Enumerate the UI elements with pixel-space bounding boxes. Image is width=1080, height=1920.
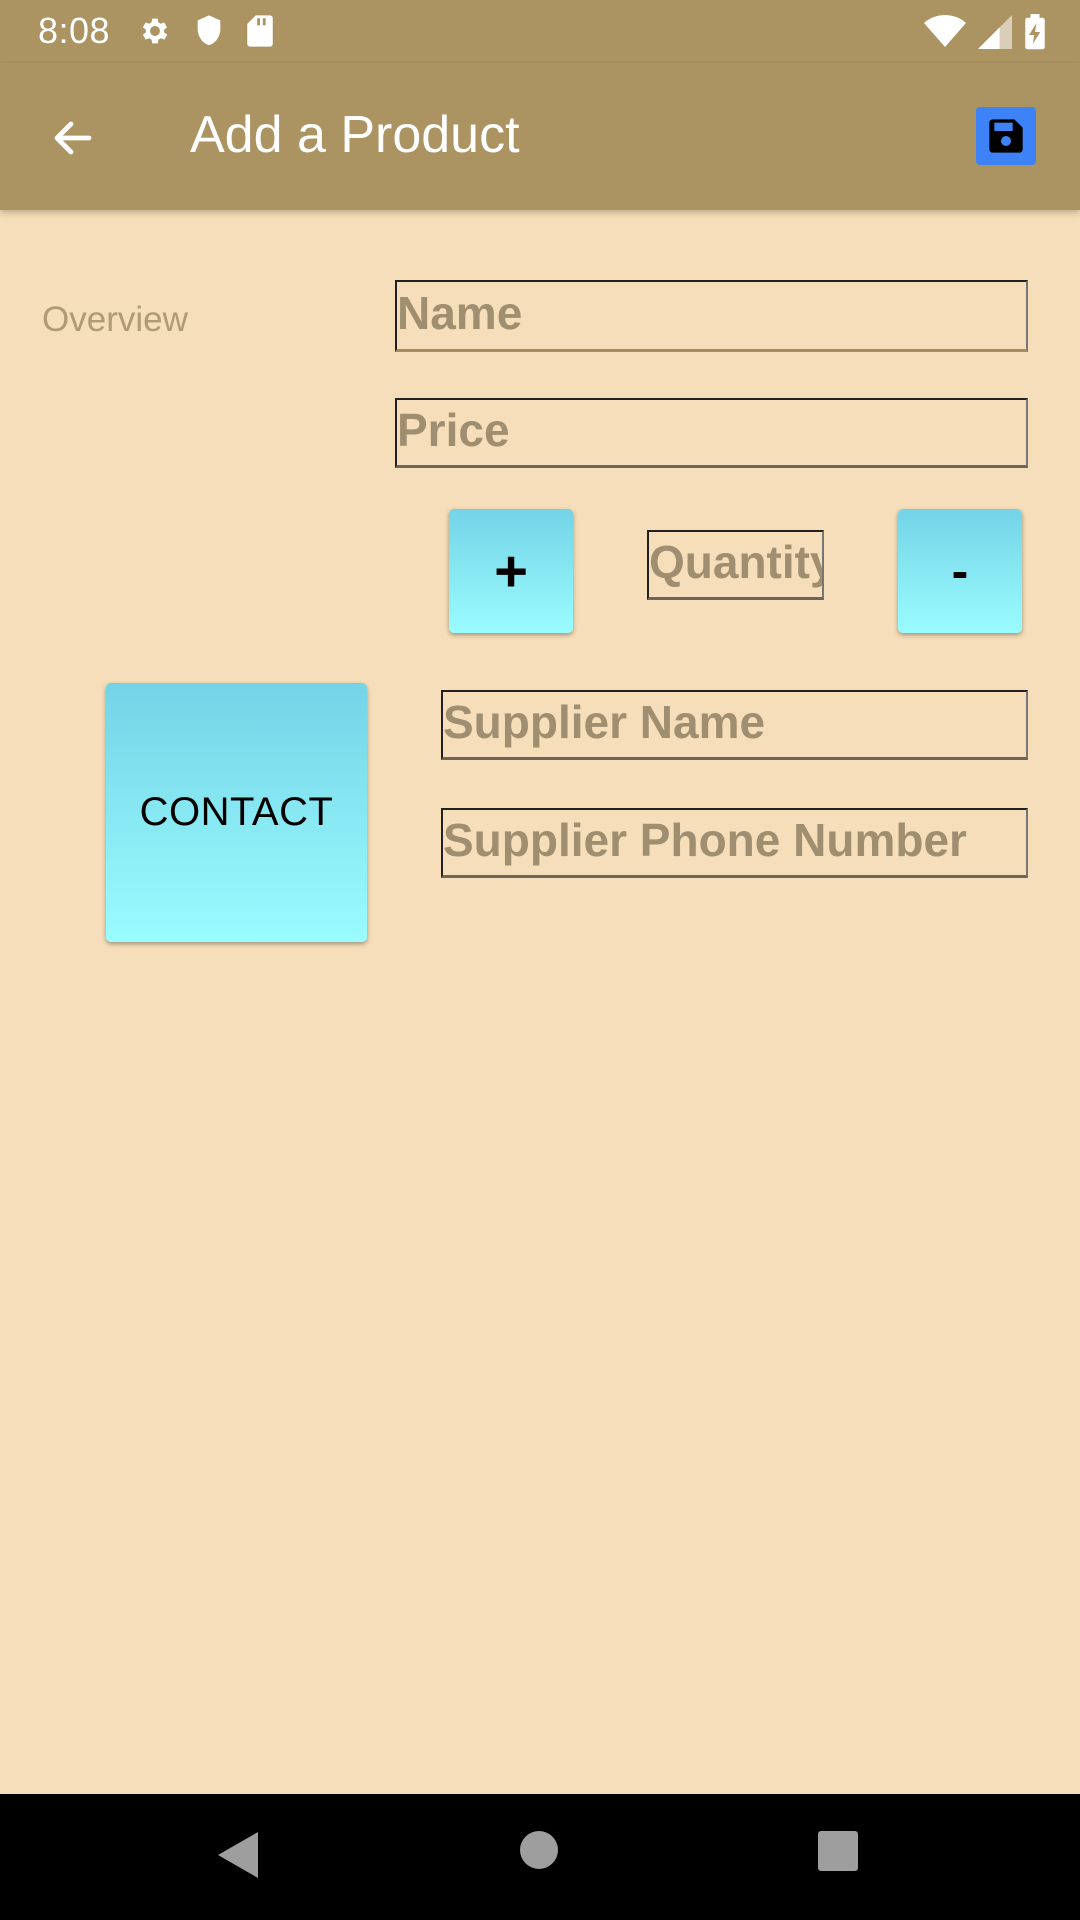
battery-charging-icon — [1024, 14, 1046, 55]
status-time: 8:08 — [38, 10, 111, 51]
nav-back-icon[interactable] — [218, 1832, 258, 1878]
floppy-disk-icon — [989, 119, 1023, 153]
quantity-input[interactable] — [647, 530, 824, 600]
save-button[interactable] — [976, 107, 1036, 165]
status-bar: 8:08 — [0, 0, 1080, 63]
shield-icon — [194, 14, 224, 53]
navigation-bar — [0, 1794, 1080, 1920]
gear-icon — [138, 14, 172, 53]
page-title: Add a Product — [190, 106, 520, 164]
supplier-phone-input[interactable] — [441, 808, 1028, 878]
signal-icon — [978, 15, 1012, 54]
product-price-input[interactable] — [395, 398, 1028, 468]
increase-quantity-button[interactable]: + — [449, 509, 573, 633]
nav-home-icon[interactable] — [520, 1831, 558, 1869]
product-name-input[interactable] — [395, 280, 1028, 352]
contact-button[interactable]: CONTACT — [106, 683, 367, 942]
wifi-icon — [924, 14, 966, 54]
sd-card-icon — [246, 14, 274, 53]
app-bar: Add a Product — [0, 63, 1080, 210]
nav-recents-icon[interactable] — [818, 1831, 858, 1871]
decrease-quantity-button[interactable]: - — [898, 509, 1022, 633]
back-button[interactable] — [38, 103, 108, 173]
overview-label: Overview — [42, 300, 188, 339]
status-icons-right — [924, 14, 1046, 55]
arrow-left-icon — [54, 121, 92, 155]
supplier-name-input[interactable] — [441, 690, 1028, 760]
status-icons-left — [138, 14, 274, 53]
